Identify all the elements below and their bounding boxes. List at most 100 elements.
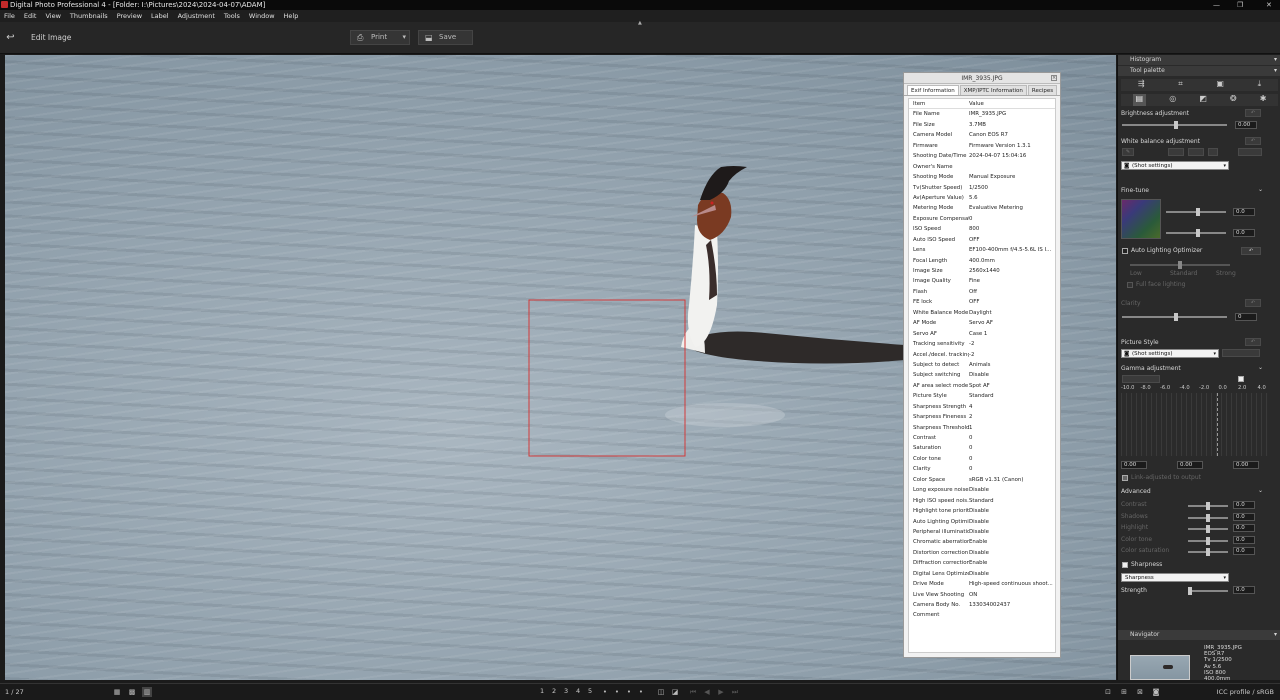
table-row[interactable]: Subject to detect Animals xyxy=(909,360,1055,370)
table-row[interactable]: White Balance Mode Daylight xyxy=(909,308,1055,318)
camera-icon[interactable]: ◙ xyxy=(1151,687,1161,697)
strength-value[interactable]: 0.0 xyxy=(1233,586,1255,594)
table-row[interactable]: Color tone 0 xyxy=(909,454,1055,464)
minimize-icon[interactable]: — xyxy=(1213,0,1220,10)
table-row[interactable]: Accel./decel. tracking -2 xyxy=(909,350,1055,360)
table-row[interactable]: File Size 3.7MB xyxy=(909,120,1055,130)
advanced-slider[interactable] xyxy=(1188,502,1228,510)
advanced-value[interactable]: 0.0 xyxy=(1233,512,1255,521)
tab-exif[interactable]: Exif Information xyxy=(907,85,959,95)
table-row[interactable]: Auto ISO Speed OFF xyxy=(909,235,1055,245)
gamma-value-2[interactable]: 0.00 xyxy=(1177,461,1203,469)
zoom-level-button[interactable]: 4 xyxy=(576,687,586,697)
finetune-slider-2[interactable] xyxy=(1166,229,1226,237)
wb-reset[interactable]: ↶ xyxy=(1245,137,1261,145)
table-row[interactable]: ISO Speed 800 xyxy=(909,224,1055,234)
chevron-down-icon[interactable]: ⌄ xyxy=(1258,364,1263,371)
table-row[interactable]: AF Mode Servo AF xyxy=(909,318,1055,328)
table-row[interactable]: Clarity 0 xyxy=(909,464,1055,474)
table-row[interactable]: Camera Model Canon EOS R7 xyxy=(909,130,1055,140)
close-icon[interactable]: × xyxy=(1051,75,1057,81)
navigator-thumbnail[interactable] xyxy=(1130,655,1190,680)
color-wheel[interactable] xyxy=(1121,199,1161,239)
advanced-value[interactable]: 0.0 xyxy=(1233,524,1255,532)
close-icon[interactable]: ✕ xyxy=(1266,0,1272,10)
slider-knob[interactable] xyxy=(1206,525,1210,533)
tab-basic-icon[interactable]: ⇶ xyxy=(1138,79,1145,91)
advanced-value[interactable]: 0.0 xyxy=(1233,501,1255,509)
tone-icon[interactable]: ◎ xyxy=(1169,94,1176,106)
menu-help[interactable]: Help xyxy=(284,12,299,20)
exif-info-window[interactable]: IMR_3935.JPG × Exif Information XMP/IPTC… xyxy=(903,72,1061,658)
slider-knob[interactable] xyxy=(1206,513,1210,522)
advanced-slider[interactable] xyxy=(1188,525,1228,533)
slider-knob[interactable] xyxy=(1206,548,1210,556)
table-row[interactable]: Saturation 0 xyxy=(909,443,1055,453)
flip-icon[interactable]: ◪ xyxy=(670,687,680,697)
slider-knob[interactable] xyxy=(1174,313,1178,321)
grid-small-icon[interactable]: ▦ xyxy=(112,687,122,697)
table-row[interactable]: Tracking sensitivity -2 xyxy=(909,339,1055,349)
tool-palette-header[interactable]: Tool palette ▾ xyxy=(1118,66,1280,76)
dot-icon[interactable]: • xyxy=(612,687,622,697)
table-row[interactable]: FE lock OFF xyxy=(909,297,1055,307)
fit-icon[interactable]: ⊡ xyxy=(1103,687,1113,697)
print-button[interactable]: ⎙ Print ▾ xyxy=(350,30,410,45)
next-image-icon[interactable]: ▶ xyxy=(716,687,726,697)
table-row[interactable]: Owner's Name xyxy=(909,162,1055,172)
table-row[interactable]: Digital Lens Optimizer Disable xyxy=(909,569,1055,579)
tab-recipes[interactable]: Recipes xyxy=(1027,85,1058,95)
slider-knob[interactable] xyxy=(1196,229,1200,237)
table-row[interactable]: Firmware Firmware Version 1.3.1 xyxy=(909,141,1055,151)
slider-knob[interactable] xyxy=(1178,261,1182,269)
histogram-header[interactable]: Histogram ▾ xyxy=(1118,55,1280,65)
menu-edit[interactable]: Edit xyxy=(24,12,37,20)
table-row[interactable]: Diffraction correction Enable xyxy=(909,558,1055,568)
gamma-value-1[interactable]: 0.00 xyxy=(1121,461,1147,469)
zoom-icon[interactable]: ⊞ xyxy=(1119,687,1129,697)
table-row[interactable]: Sharpness Threshold 1 xyxy=(909,423,1055,433)
table-row[interactable]: Camera Body No. 133034002437 xyxy=(909,600,1055,610)
zoom-level-button[interactable]: 3 xyxy=(564,687,574,697)
sharpness-dropdown[interactable]: Sharpness ▾ xyxy=(1121,573,1229,582)
tab-xmp[interactable]: XMP/IPTC Information xyxy=(959,85,1027,95)
back-icon[interactable]: ↩ xyxy=(4,31,17,44)
table-row[interactable]: Shooting Mode Manual Exposure xyxy=(909,172,1055,182)
menu-thumbnails[interactable]: Thumbnails xyxy=(70,12,108,20)
table-row[interactable]: Distortion correction Disable xyxy=(909,548,1055,558)
menu-adjustment[interactable]: Adjustment xyxy=(178,12,215,20)
table-row[interactable]: Lens EF100-400mm f/4.5-5.6L IS I... xyxy=(909,245,1055,255)
advanced-slider[interactable] xyxy=(1188,536,1228,545)
slider-knob[interactable] xyxy=(1206,502,1210,510)
table-row[interactable]: High ISO speed nois... Standard xyxy=(909,496,1055,506)
dot-icon[interactable]: • xyxy=(600,687,610,697)
table-row[interactable]: Comment xyxy=(909,610,1055,620)
gamma-auto-button[interactable] xyxy=(1122,375,1160,383)
table-row[interactable]: Tv(Shutter Speed) 1/2500 xyxy=(909,183,1055,193)
picstyle-browse[interactable] xyxy=(1222,349,1260,357)
dot-icon[interactable]: • xyxy=(636,687,646,697)
output-icon[interactable]: ⤓ xyxy=(1258,79,1262,91)
brightness-reset[interactable]: ↶ xyxy=(1245,109,1261,117)
table-row[interactable]: AF area select mode Spot AF xyxy=(909,381,1055,391)
compare-icon[interactable]: ◫ xyxy=(656,687,666,697)
strength-slider[interactable] xyxy=(1188,587,1228,595)
table-row[interactable]: Exposure Compensati...0 xyxy=(909,214,1055,224)
menu-preview[interactable]: Preview xyxy=(117,12,142,20)
table-row[interactable]: Drive Mode High-speed continuous shoot... xyxy=(909,579,1055,589)
gamma-checkbox[interactable] xyxy=(1238,376,1244,382)
chevron-down-icon[interactable]: ▾ xyxy=(402,31,406,44)
menu-file[interactable]: File xyxy=(4,12,15,20)
table-row[interactable]: File Name IMR_3935.JPG xyxy=(909,109,1055,119)
picstyle-reset[interactable]: ↶ xyxy=(1245,338,1261,346)
clarity-reset[interactable]: ↶ xyxy=(1245,299,1261,307)
brightness-slider[interactable] xyxy=(1122,121,1227,129)
chevron-down-icon[interactable]: ⌄ xyxy=(1258,186,1263,193)
grid-large-icon[interactable]: ▩ xyxy=(127,687,137,697)
table-row[interactable]: Chromatic aberration ...Enable xyxy=(909,537,1055,547)
alo-checkbox[interactable] xyxy=(1122,248,1128,254)
gamma-value-3[interactable]: 0.00 xyxy=(1233,461,1259,469)
zoom-level-button[interactable]: 2 xyxy=(552,687,562,697)
exif-table[interactable]: Item Value File Name IMR_3935.JPG File Siz… xyxy=(908,98,1056,653)
dot-icon[interactable]: • xyxy=(624,687,634,697)
